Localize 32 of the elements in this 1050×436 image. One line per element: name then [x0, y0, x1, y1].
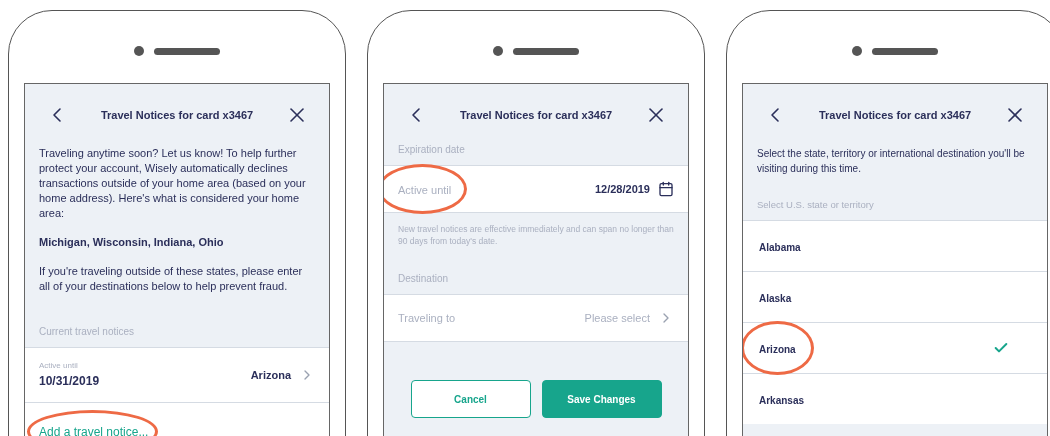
notice-date: 10/31/2019: [39, 373, 100, 390]
intro-text: Select the state, territory or international destination you'll be visiting during this time.: [756, 147, 1026, 176]
field-label: Active until: [398, 184, 452, 196]
state-option[interactable]: Alaska: [743, 271, 1047, 323]
state-option[interactable]: Alabama: [743, 220, 1047, 272]
state-option[interactable]: Arizona: [743, 322, 1047, 374]
select-placeholder: Please select: [584, 310, 650, 326]
screen-title: Travel Notices for card x3467: [818, 107, 972, 123]
info-paragraph: If you're traveling outside of these states, please enter all of your destinations below to help prevent fraud.: [39, 264, 304, 294]
screen-title: Travel Notices for card x3467: [459, 107, 613, 123]
date-value: 12/28/2019: [594, 181, 650, 197]
speaker-slot: [154, 47, 220, 55]
travel-notice-row[interactable]: Active until 10/31/2019 Arizona: [25, 347, 329, 403]
option-label: Arkansas: [759, 395, 805, 407]
field-label: Traveling to: [398, 310, 456, 326]
speaker-slot: [513, 47, 579, 55]
option-label: Arizona: [759, 344, 796, 356]
section-label: Select U.S. state or territory: [756, 198, 875, 212]
info-paragraph: Michigan, Wisconsin, Indiana, Ohio: [39, 235, 225, 250]
option-label: Alaska: [759, 293, 792, 305]
speaker-slot: [872, 47, 938, 55]
info-paragraph: Traveling anytime soon? Let us know! To help further protect your account, Wisely automatically declines transactions outside of your home area (based on your home address). Here's what is considered your home area:: [39, 146, 307, 221]
field-label: Active until: [39, 360, 79, 372]
section-label: Destination: [397, 272, 450, 286]
section-label: Current travel notices: [38, 325, 136, 339]
date-field[interactable]: Active until 12/28/2019: [384, 165, 688, 213]
screen-title: Travel Notices for card x3467: [100, 107, 254, 123]
calendar-icon[interactable]: [658, 181, 674, 197]
section-label: Expiration date: [397, 143, 466, 157]
notice-destination: Arizona: [250, 367, 291, 383]
state-option[interactable]: Arkansas: [743, 373, 1047, 425]
option-label: Alabama: [759, 242, 801, 254]
